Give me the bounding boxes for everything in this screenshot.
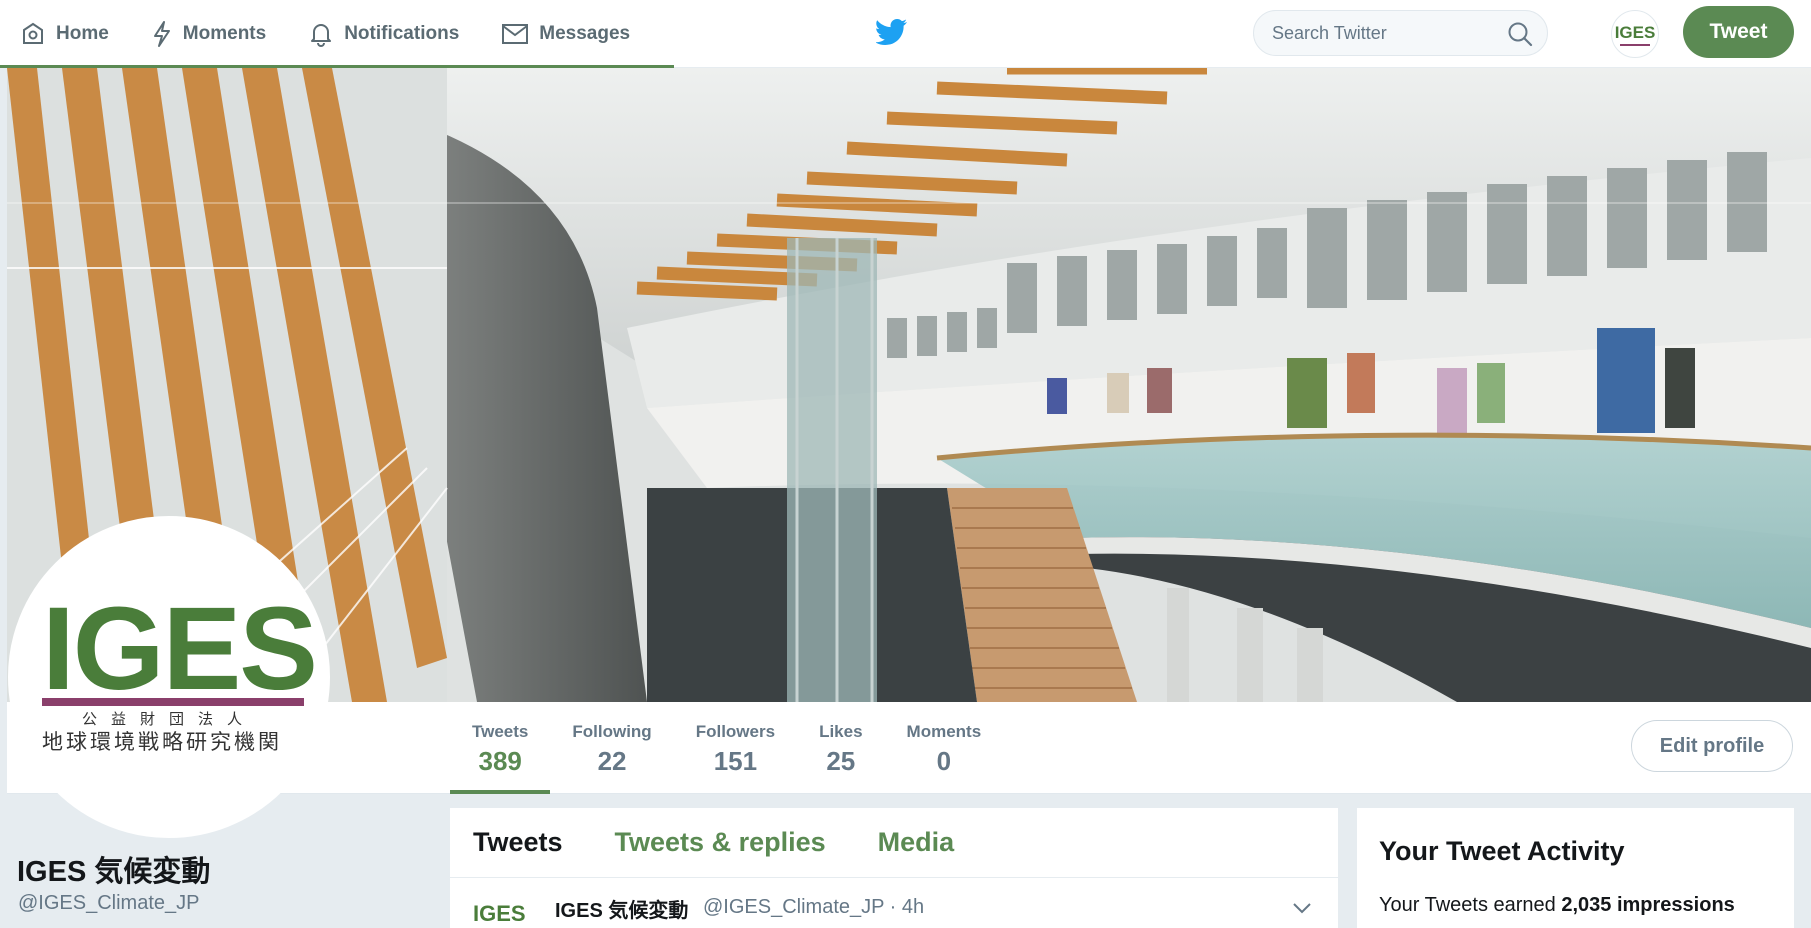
profile-stats: Tweets 389 Following 22 Followers 151 Li… (450, 702, 1003, 794)
tweet-avatar-logo[interactable]: IGES (473, 901, 526, 927)
tweet-item[interactable]: IGES IGES 気候変動 @IGES_Climate_JP · 4h (450, 879, 1338, 926)
avatar-logo-text: IGES (42, 583, 318, 715)
tweet-button[interactable]: Tweet (1683, 6, 1794, 58)
home-icon (23, 22, 43, 44)
profile-avatar[interactable]: IGES 公益財団法人 地球環境戦略研究機関 (8, 516, 330, 838)
avatar-jp-line2: 地球環境戦略研究機関 (42, 730, 282, 754)
search-icon[interactable] (1507, 21, 1533, 47)
primary-nav: Home Moments Notifications Messages (0, 0, 652, 68)
tweet-author-name[interactable]: IGES 気候変動 (555, 894, 688, 923)
stat-likes-label: Likes (819, 722, 863, 741)
tweet-author-meta[interactable]: @IGES_Climate_JP · 4h (703, 896, 924, 919)
lightning-icon (153, 21, 170, 47)
search-box[interactable] (1253, 10, 1548, 56)
tab-tweets-replies[interactable]: Tweets & replies (615, 827, 826, 858)
nav-notifications[interactable]: Notifications (288, 0, 481, 68)
profile-name[interactable]: IGES 気候変動 (17, 848, 210, 890)
tab-tweets[interactable]: Tweets (473, 827, 563, 858)
stat-tweets-value: 389 (478, 746, 522, 776)
stat-moments[interactable]: Moments 0 (885, 702, 1004, 794)
stat-likes-value: 25 (826, 746, 856, 776)
stat-followers-label: Followers (695, 722, 776, 741)
nav-home[interactable]: Home (0, 0, 131, 68)
stat-likes[interactable]: Likes 25 (797, 702, 884, 794)
stat-following-label: Following (572, 722, 652, 741)
stat-moments-value: 0 (936, 746, 952, 776)
nav-moments-label: Moments (182, 23, 267, 44)
nav-home-label: Home (56, 23, 109, 44)
tab-media[interactable]: Media (878, 827, 955, 858)
twitter-bird-icon[interactable] (876, 18, 908, 46)
stat-followers[interactable]: Followers 151 (674, 702, 797, 794)
stat-tweets-label: Tweets (472, 722, 529, 741)
edit-profile-button[interactable]: Edit profile (1631, 720, 1793, 772)
tweet-activity-text: Your Tweets earned 2,035 impressions (1379, 894, 1735, 917)
stat-moments-label: Moments (906, 722, 982, 741)
envelope-icon (502, 24, 529, 44)
nav-moments[interactable]: Moments (131, 0, 288, 68)
avatar-logo-bar (42, 698, 304, 706)
chevron-down-icon[interactable] (1292, 901, 1312, 915)
nav-messages[interactable]: Messages (481, 0, 652, 68)
tweet-activity-card: Your Tweet Activity Your Tweets earned 2… (1357, 808, 1794, 928)
search-input[interactable] (1272, 22, 1502, 44)
tweet-activity-prefix: Your Tweets earned (1379, 894, 1562, 916)
tweet-activity-title: Your Tweet Activity (1379, 836, 1625, 866)
stat-tweets[interactable]: Tweets 389 (450, 702, 551, 794)
stat-following-value: 22 (597, 746, 627, 776)
timeline-tabs: Tweets Tweets & replies Media (450, 808, 1338, 878)
user-avatar-logo: IGES (1614, 22, 1656, 42)
nav-messages-label: Messages (539, 23, 631, 44)
profile-handle[interactable]: @IGES_Climate_JP (18, 892, 199, 915)
top-navigation-bar: Home Moments Notifications Messages IGES… (0, 0, 1811, 68)
tweet-activity-impressions[interactable]: 2,035 impressions (1561, 894, 1734, 916)
stat-following[interactable]: Following 22 (550, 702, 673, 794)
user-avatar-underline (1620, 43, 1650, 46)
bell-icon (311, 24, 332, 47)
nav-notifications-label: Notifications (344, 23, 460, 44)
user-avatar[interactable]: IGES (1611, 10, 1659, 58)
stat-followers-value: 151 (713, 746, 758, 776)
